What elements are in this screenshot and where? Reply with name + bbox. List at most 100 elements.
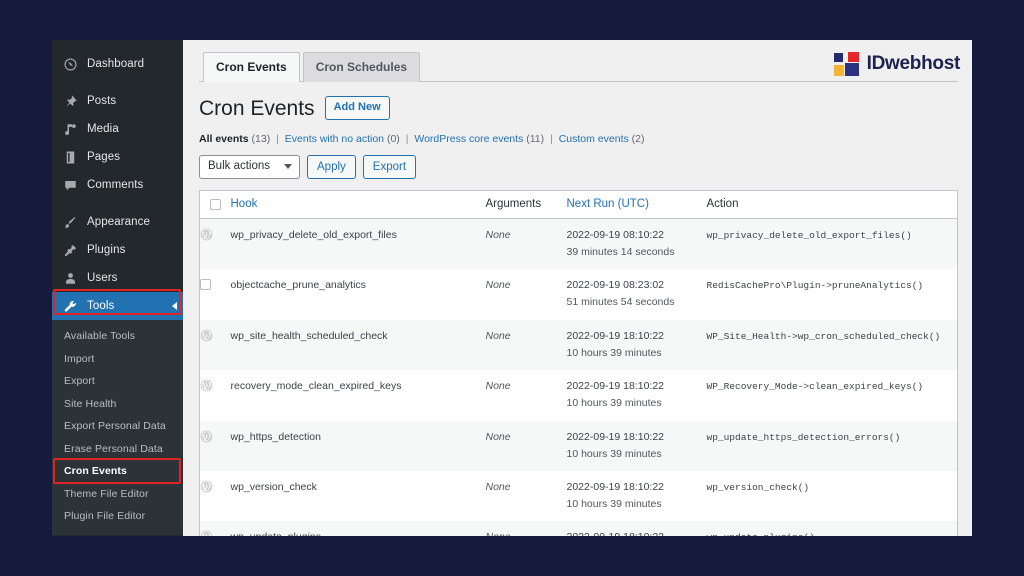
pin-icon	[63, 94, 78, 109]
filter-custom-events-count: (2)	[631, 132, 645, 145]
hook-name: recovery_mode_clean_expired_keys	[230, 380, 402, 393]
next-run-relative: 10 hours 39 minutes	[566, 447, 662, 460]
next-run-date: 2022-09-19 18:10:22	[566, 329, 665, 342]
cell-action: WP_Site_Health->wp_cron_scheduled_check(…	[707, 320, 958, 370]
bulk-actions-label: Bulk actions	[208, 160, 271, 173]
row-marker-cell	[200, 471, 231, 521]
next-run-date: 2022-09-19 08:23:02	[566, 279, 665, 292]
row-marker-cell	[200, 269, 231, 319]
wordpress-logo-icon	[200, 531, 213, 536]
row-marker-cell	[200, 218, 231, 269]
cell-next-run: 2022-09-19 18:10:22 10 hours 39 minutes	[567, 421, 707, 471]
cell-arguments: None	[486, 320, 567, 370]
sidebar-item-appearance[interactable]: Appearance	[52, 208, 183, 236]
column-header-action: Action	[706, 190, 958, 219]
sidebar-item-label: Tools	[87, 300, 115, 312]
sidebar-item-dashboard[interactable]: Dashboard	[52, 50, 183, 78]
tools-submenu: Available Tools Import Export Site Healt…	[52, 320, 183, 535]
submenu-item-site-health[interactable]: Site Health	[52, 393, 183, 416]
table-row: wp_https_detection None 2022-09-19 18:10…	[199, 420, 958, 471]
hook-name: wp_update_plugins	[231, 531, 322, 536]
hook-name: objectcache_prune_analytics	[230, 279, 366, 292]
cron-events-table: Hook Arguments Next Run (UTC) Action wp_…	[199, 189, 958, 536]
sidebar-item-label: Plugins	[87, 244, 126, 256]
wordpress-logo-icon	[200, 228, 213, 241]
submenu-item-export-personal-data[interactable]: Export Personal Data	[52, 415, 183, 438]
row-checkbox[interactable]	[200, 279, 211, 291]
next-run-relative: 10 hours 39 minutes	[566, 346, 662, 359]
cell-hook: wp_update_plugins	[231, 521, 486, 536]
apply-button[interactable]: Apply	[307, 154, 356, 179]
cell-arguments: None	[486, 269, 567, 319]
filter-separator: |	[276, 132, 279, 145]
row-marker-cell	[200, 421, 231, 471]
cell-arguments: None	[486, 370, 567, 420]
comment-icon	[63, 178, 78, 193]
menu-separator	[52, 78, 183, 87]
arguments-value: None	[485, 329, 511, 342]
cell-arguments: None	[486, 218, 567, 269]
sidebar-item-tools[interactable]: Tools	[52, 292, 183, 320]
cell-next-run: 2022-09-19 08:10:22 39 minutes 14 second…	[567, 218, 707, 269]
arguments-value: None	[486, 531, 511, 536]
bulk-actions-select[interactable]: Bulk actions	[199, 154, 301, 179]
user-icon	[63, 271, 78, 286]
cell-hook: wp_https_detection	[231, 421, 486, 471]
next-run-relative: 10 hours 39 minutes	[566, 498, 662, 511]
filter-events-with-no-action[interactable]: Events with no action	[285, 133, 384, 145]
sidebar-item-posts[interactable]: Posts	[52, 87, 183, 115]
table-row: objectcache_prune_analytics None 2022-09…	[199, 269, 958, 320]
action-code: wp_update_plugins()	[707, 532, 815, 536]
table-navigation: Bulk actions Apply Export	[199, 154, 958, 179]
submenu-item-cron-events[interactable]: Cron Events	[52, 460, 183, 483]
cell-hook: wp_privacy_delete_old_export_files	[231, 218, 486, 269]
submenu-item-erase-personal-data[interactable]: Erase Personal Data	[52, 438, 183, 461]
submenu-item-export[interactable]: Export	[52, 370, 183, 393]
filter-separator: |	[405, 132, 409, 145]
submenu-item-plugin-file-editor[interactable]: Plugin File Editor	[52, 505, 183, 528]
export-button[interactable]: Export	[362, 154, 417, 179]
cell-arguments: None	[486, 421, 567, 471]
chevron-down-icon	[284, 164, 293, 170]
table-row: recovery_mode_clean_expired_keys None 20…	[199, 370, 958, 421]
next-run-relative: 39 minutes 14 seconds	[566, 246, 675, 258]
next-run-date: 2022-09-19 18:10:22	[567, 530, 699, 536]
sidebar-item-comments[interactable]: Comments	[52, 171, 183, 199]
select-all-checkbox[interactable]	[210, 198, 221, 210]
arguments-value: None	[485, 279, 511, 292]
action-code: wp_version_check()	[706, 481, 810, 493]
cell-hook: wp_site_health_scheduled_check	[231, 320, 486, 370]
add-new-button[interactable]: Add New	[324, 96, 390, 120]
filter-custom-events[interactable]: Custom events	[559, 133, 629, 145]
sidebar-item-label: Comments	[87, 179, 144, 191]
tab-cron-events[interactable]: Cron Events	[203, 52, 300, 82]
filter-wordpress-core-events-count: (11)	[526, 132, 545, 145]
tab-cron-schedules[interactable]: Cron Schedules	[302, 52, 421, 82]
column-header-hook[interactable]: Hook	[230, 190, 486, 219]
submenu-item-available-tools[interactable]: Available Tools	[52, 325, 183, 348]
sidebar-item-pages[interactable]: Pages	[52, 143, 183, 171]
submenu-item-theme-file-editor[interactable]: Theme File Editor	[52, 483, 183, 506]
sidebar-item-media[interactable]: Media	[52, 115, 183, 143]
table-row: wp_update_plugins None 2022-09-19 18:10:…	[199, 521, 958, 536]
filter-events-with-no-action-count: (0)	[386, 132, 400, 145]
filter-all-events[interactable]: All events	[199, 133, 249, 145]
submenu-item-import[interactable]: Import	[52, 348, 183, 371]
filter-links: All events (13) | Events with no action …	[199, 133, 958, 145]
filter-wordpress-core-events[interactable]: WordPress core events	[414, 133, 523, 145]
sidebar-item-label: Media	[87, 123, 119, 135]
action-code: WP_Site_Health->wp_cron_scheduled_check(…	[706, 330, 941, 342]
plugin-icon	[63, 243, 78, 258]
action-code: RedisCachePro\Plugin->pruneAnalytics()	[706, 280, 924, 292]
next-run-relative: 10 hours 39 minutes	[566, 397, 662, 410]
cell-hook: recovery_mode_clean_expired_keys	[231, 370, 486, 420]
table-header-row: Hook Arguments Next Run (UTC) Action	[199, 190, 958, 219]
sidebar-item-plugins[interactable]: Plugins	[52, 236, 183, 264]
sidebar-item-users[interactable]: Users	[52, 264, 183, 292]
cell-action: RedisCachePro\Plugin->pruneAnalytics()	[707, 269, 958, 319]
page-header: Cron Events Add New	[199, 96, 958, 121]
next-run-date: 2022-09-19 18:10:22	[566, 480, 665, 493]
action-code: wp_privacy_delete_old_export_files()	[706, 229, 912, 241]
column-header-next-run[interactable]: Next Run (UTC)	[566, 190, 707, 219]
hook-name: wp_https_detection	[230, 430, 321, 443]
